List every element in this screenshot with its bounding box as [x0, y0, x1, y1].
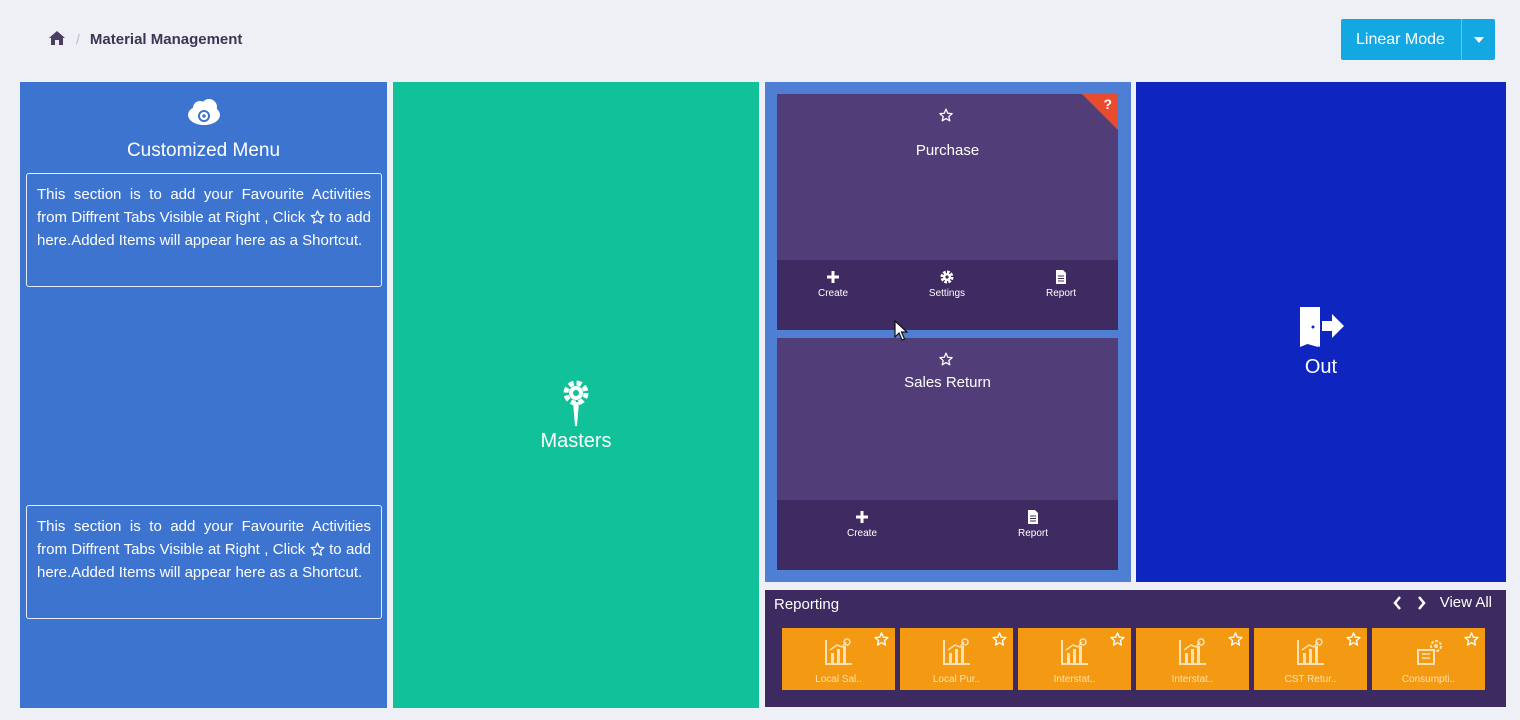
view-all-link[interactable]: View All — [1440, 594, 1492, 611]
star-icon[interactable] — [939, 108, 953, 127]
report-tile-label: Interstat.. — [1171, 674, 1214, 685]
chart-icon — [824, 638, 854, 671]
action-label: Create — [817, 288, 848, 299]
report-tile-label: CST Retur.. — [1284, 674, 1337, 685]
plus-icon — [826, 270, 840, 284]
report-tile[interactable]: Interstat.. — [1018, 628, 1131, 690]
mouse-cursor-icon — [894, 319, 909, 347]
chart-icon — [1060, 638, 1090, 671]
breadcrumb: / Material Management — [48, 28, 242, 50]
reporting-panel: Reporting View All Local Sal.. Local Pur… — [765, 590, 1506, 707]
purchase-create-button[interactable]: Create — [798, 270, 868, 299]
exit-door-icon — [1298, 305, 1346, 354]
gear-icon — [940, 270, 954, 284]
breadcrumb-separator: / — [76, 31, 80, 47]
star-icon[interactable] — [992, 632, 1007, 651]
favourites-note: This section is to add your Favourite Ac… — [26, 505, 382, 619]
chevron-right-icon[interactable] — [1416, 595, 1428, 611]
favourites-note: This section is to add your Favourite Ac… — [26, 173, 382, 287]
chart-icon — [942, 638, 972, 671]
cloud-gear-icon — [186, 97, 222, 127]
linear-mode-dropdown[interactable]: Linear Mode — [1341, 19, 1495, 60]
report-tile[interactable]: CST Retur.. — [1254, 628, 1367, 690]
help-icon[interactable]: ? — [1103, 96, 1112, 112]
star-icon — [310, 208, 325, 224]
chevron-left-icon[interactable] — [1392, 595, 1404, 611]
chart-icon — [1178, 638, 1208, 671]
action-label: Report — [1045, 288, 1076, 299]
breadcrumb-current: Material Management — [89, 30, 243, 48]
masters-gear-icon — [561, 380, 591, 433]
report-tile-label: Local Sal.. — [815, 674, 862, 685]
reporting-title: Reporting — [774, 596, 840, 613]
star-icon[interactable] — [1346, 632, 1361, 651]
action-label: Report — [1017, 528, 1048, 539]
out-label: Out — [1304, 356, 1338, 378]
document-icon — [1026, 510, 1040, 524]
chevron-down-icon[interactable] — [1461, 19, 1495, 60]
consumption-icon — [1414, 638, 1444, 671]
sales-return-title: Sales Return — [904, 374, 991, 391]
sales-return-report-button[interactable]: Report — [998, 510, 1068, 539]
out-tile[interactable]: Out — [1136, 82, 1506, 582]
star-icon[interactable] — [1464, 632, 1479, 651]
transactions-group: Purchase ? Create Settings Report Sales … — [765, 82, 1131, 582]
action-label: Create — [846, 528, 877, 539]
purchase-actions: Create Settings Report — [777, 260, 1118, 330]
home-icon[interactable] — [48, 30, 66, 48]
star-icon[interactable] — [1110, 632, 1125, 651]
masters-label: Masters — [540, 430, 612, 452]
report-tile-label: Consumpti.. — [1401, 674, 1456, 685]
star-icon — [310, 540, 325, 556]
masters-tile[interactable]: Masters — [393, 82, 759, 708]
report-tile-label: Interstat.. — [1053, 674, 1096, 685]
star-icon[interactable] — [939, 352, 953, 371]
report-tile[interactable]: Consumpti.. — [1372, 628, 1485, 690]
star-icon[interactable] — [1228, 632, 1243, 651]
chart-icon — [1296, 638, 1326, 671]
purchase-report-button[interactable]: Report — [1026, 270, 1096, 299]
report-tile[interactable]: Interstat.. — [1136, 628, 1249, 690]
document-icon — [1054, 270, 1068, 284]
customized-menu-panel: Customized Menu This section is to add y… — [20, 82, 387, 708]
sales-return-card[interactable]: Sales Return Create Report — [777, 338, 1118, 570]
purchase-title: Purchase — [915, 142, 980, 159]
customized-menu-title: Customized Menu — [126, 140, 281, 161]
sales-return-create-button[interactable]: Create — [827, 510, 897, 539]
help-ribbon[interactable] — [1082, 94, 1118, 130]
action-label: Settings — [928, 288, 966, 299]
reporting-nav: View All — [1392, 594, 1492, 611]
report-tile[interactable]: Local Sal.. — [782, 628, 895, 690]
star-icon[interactable] — [874, 632, 889, 651]
report-tile[interactable]: Local Pur.. — [900, 628, 1013, 690]
report-tiles: Local Sal.. Local Pur.. Interstat.. Inte… — [782, 628, 1485, 690]
report-tile-label: Local Pur.. — [932, 674, 981, 685]
sales-return-actions: Create Report — [777, 500, 1118, 570]
plus-icon — [855, 510, 869, 524]
purchase-settings-button[interactable]: Settings — [912, 270, 982, 299]
mode-button-label[interactable]: Linear Mode — [1341, 31, 1461, 49]
purchase-card[interactable]: Purchase ? Create Settings Report — [777, 94, 1118, 330]
